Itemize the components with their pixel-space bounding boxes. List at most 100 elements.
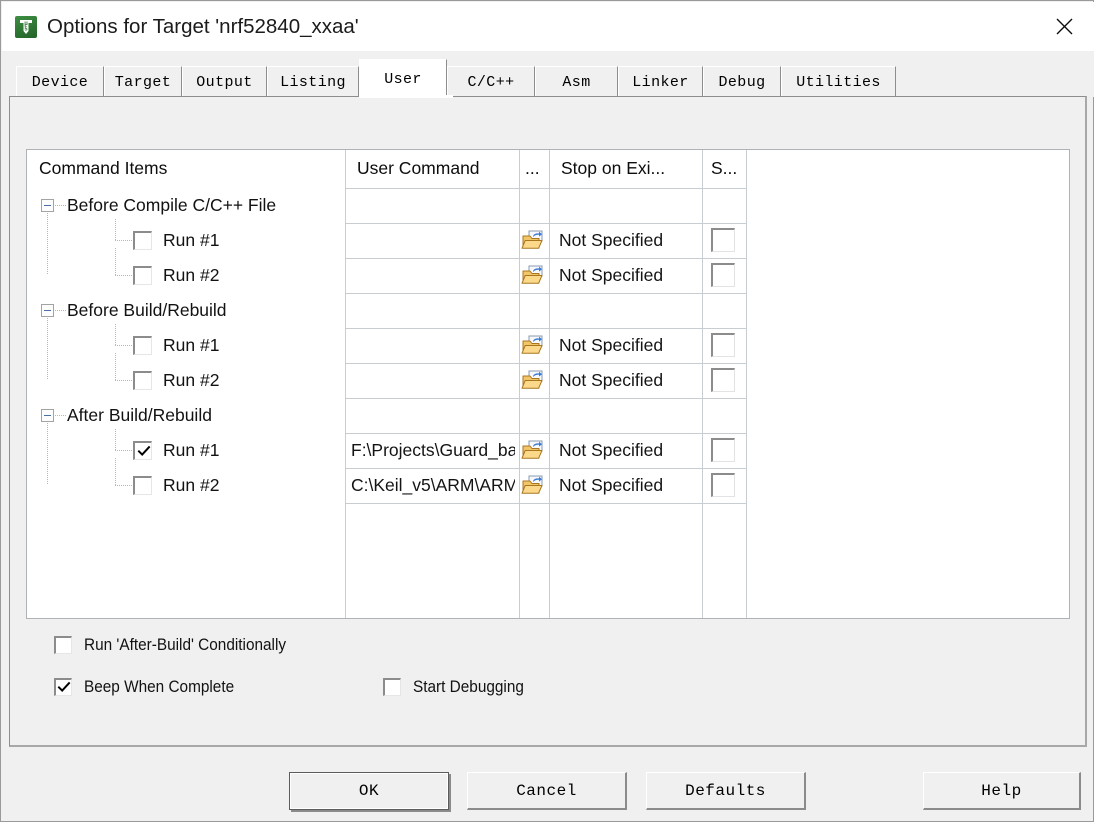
tree-child-connector-vertical [115, 458, 116, 486]
page-title: Options for Target 'nrf52840_xxaa' [47, 15, 359, 38]
grid-column-divider [519, 150, 520, 618]
user-command-cell[interactable]: C:\Keil_v5\ARM\ARMCC\bin\fromelf.exe --b… [351, 475, 515, 496]
browse-folder-icon[interactable] [521, 264, 547, 286]
run-enable-checkbox[interactable] [133, 336, 152, 355]
tree-child-connector-vertical [115, 248, 116, 276]
stop-build-checkbox[interactable] [711, 368, 735, 392]
close-icon[interactable] [1034, 2, 1094, 50]
tab-user[interactable]: User [359, 59, 447, 98]
grid-row-divider [345, 363, 747, 364]
stop-on-exit-cell[interactable]: Not Specified [559, 475, 663, 496]
grid-row-divider [345, 258, 747, 259]
stop-build-checkbox[interactable] [711, 333, 735, 357]
column-header-command-items: Command Items [39, 158, 168, 178]
tab-label: Utilities [796, 73, 881, 91]
tab-utilities[interactable]: Utilities [781, 66, 896, 97]
user-commands-grid: Command Items User Command... Stop on Exi.… [26, 149, 1070, 619]
start-debugging-checkbox[interactable]: Start Debugging [383, 676, 532, 698]
checkmark-icon [137, 444, 151, 458]
grid-row-divider [345, 398, 747, 399]
tab-device[interactable]: Device [16, 66, 104, 97]
tree-child-connector-vertical [115, 429, 116, 451]
tree-child-connector-horizontal [115, 485, 133, 486]
grid-header-divider [345, 188, 747, 189]
grid-row-divider [345, 433, 747, 434]
tab-linker[interactable]: Linker [618, 66, 703, 97]
tab-listing[interactable]: Listing [267, 66, 359, 97]
defaults-button[interactable]: Defaults [646, 772, 806, 810]
stop-on-exit-cell[interactable]: Not Specified [559, 265, 663, 286]
active-tab-mask [367, 95, 453, 98]
tree-child-connector-horizontal [115, 450, 133, 451]
checkbox-label: Run 'After-Build' Conditionally [84, 635, 287, 654]
tab-c-c[interactable]: C/C++ [447, 66, 535, 97]
browse-folder-icon[interactable] [521, 229, 547, 251]
title-bar: µ 5 Options for Target 'nrf52840_xxaa' [2, 2, 1094, 51]
tree-connector-vertical [47, 318, 48, 380]
tab-label: Listing [280, 73, 346, 91]
checkbox-box [54, 636, 72, 654]
run-enable-checkbox[interactable] [133, 266, 152, 285]
cancel-button[interactable]: Cancel [467, 772, 627, 810]
tab-label: Target [114, 73, 172, 91]
tree-connector-vertical [47, 423, 48, 485]
stop-build-checkbox[interactable] [711, 263, 735, 287]
tree-child-connector-horizontal [115, 275, 133, 276]
stop-on-exit-cell[interactable]: Not Specified [559, 230, 663, 251]
tab-target[interactable]: Target [104, 66, 182, 97]
options-dialog-window: µ 5 Options for Target 'nrf52840_xxaa' D… [0, 0, 1094, 822]
tab-strip: Device Target Output Listing User C/C++ Asm Lin… [2, 51, 1094, 98]
run-label: Run #2 [163, 265, 220, 285]
run-enable-checkbox[interactable] [133, 441, 152, 460]
beep-when-complete-checkbox[interactable]: Beep When Complete [54, 676, 245, 698]
checkbox-box [54, 678, 72, 696]
browse-folder-icon[interactable] [521, 439, 547, 461]
grid-row-divider [345, 468, 747, 469]
column-header-stop-on-exit: Stop on Exi... [561, 158, 666, 178]
tree-expander-1[interactable] [41, 304, 54, 317]
stop-build-checkbox[interactable] [711, 438, 735, 462]
stop-build-checkbox[interactable] [711, 228, 735, 252]
column-header-s: S... [711, 158, 738, 178]
tab-label: Device [31, 73, 89, 91]
browse-folder-icon[interactable] [521, 334, 547, 356]
grid-column-divider [746, 150, 747, 618]
help-button[interactable]: Help [923, 772, 1081, 810]
user-command-cell[interactable]: F:\Projects\Guard_bar\code\test\make.bat [351, 440, 515, 461]
run-after-build-conditionally-checkbox[interactable]: Run 'After-Build' Conditionally [54, 634, 301, 656]
grid-row-divider [345, 223, 747, 224]
stop-on-exit-cell[interactable]: Not Specified [559, 370, 663, 391]
stop-build-checkbox[interactable] [711, 473, 735, 497]
run-label: Run #1 [163, 230, 220, 250]
checkbox-box [383, 678, 401, 696]
stop-on-exit-cell[interactable]: Not Specified [559, 335, 663, 356]
tree-child-connector-vertical [115, 353, 116, 381]
run-enable-checkbox[interactable] [133, 371, 152, 390]
stop-on-exit-cell[interactable]: Not Specified [559, 440, 663, 461]
tree-connector-horizontal [55, 415, 67, 416]
tree-connector-vertical [47, 213, 48, 275]
run-label: Run #1 [163, 335, 220, 355]
button-label: Help [981, 781, 1022, 800]
tree-group-label: After Build/Rebuild [67, 405, 212, 425]
tree-expander-0[interactable] [41, 199, 54, 212]
tree-child-connector-vertical [115, 219, 116, 241]
tree-expander-2[interactable] [41, 409, 54, 422]
tab-output[interactable]: Output [182, 66, 267, 97]
browse-folder-icon[interactable] [521, 474, 547, 496]
tree-group-label: Before Compile C/C++ File [67, 195, 277, 215]
button-label: Defaults [685, 781, 766, 800]
tree-connector-horizontal [55, 205, 67, 206]
tab-label: Debug [718, 73, 766, 91]
run-enable-checkbox[interactable] [133, 476, 152, 495]
browse-folder-icon[interactable] [521, 369, 547, 391]
grid-row-divider [345, 293, 747, 294]
run-label: Run #1 [163, 440, 220, 460]
tab-debug[interactable]: Debug [703, 66, 781, 97]
tab-asm[interactable]: Asm [535, 66, 618, 97]
ok-button[interactable]: OK [289, 772, 449, 810]
run-enable-checkbox[interactable] [133, 231, 152, 250]
checkbox-label: Start Debugging [413, 677, 524, 696]
tree-child-connector-horizontal [115, 380, 133, 381]
grid-row-divider [345, 503, 747, 504]
